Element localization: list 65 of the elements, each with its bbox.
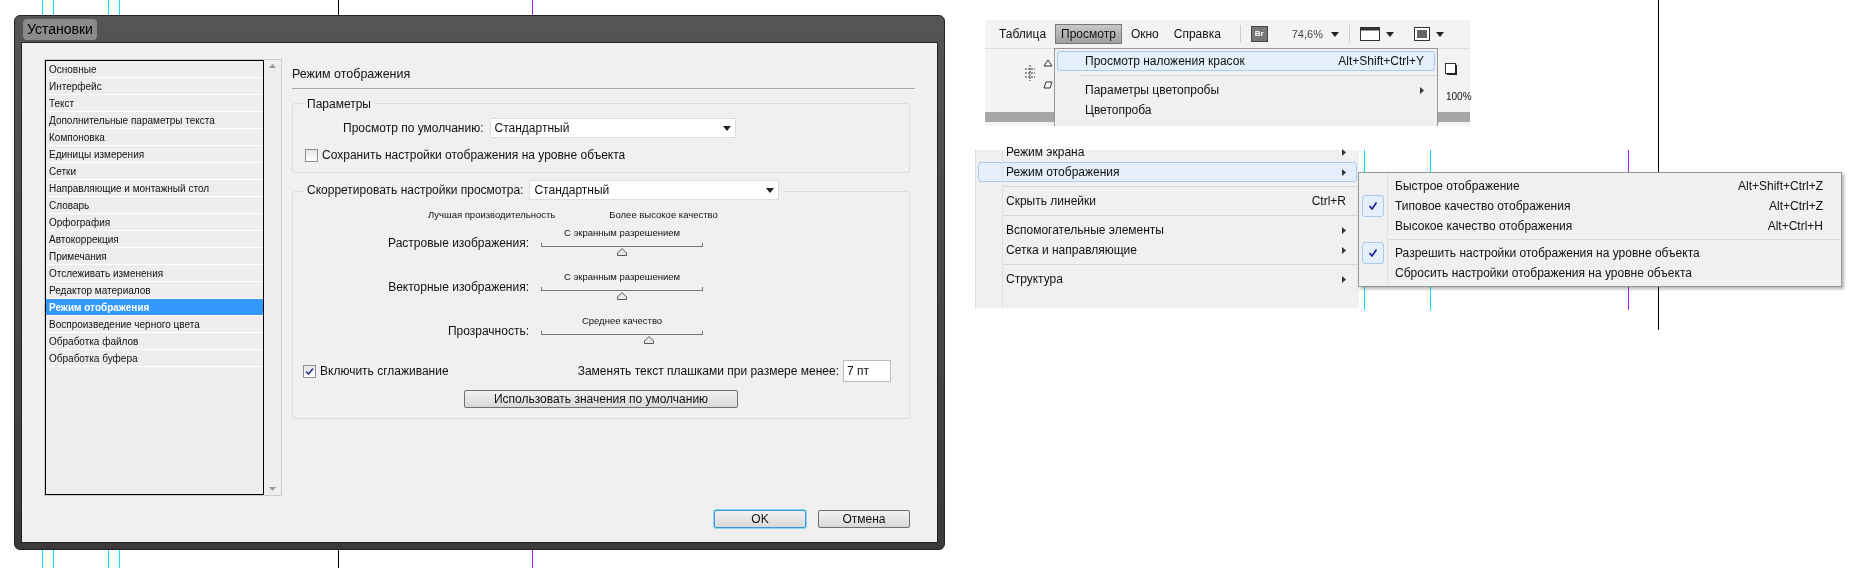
screen-mode-icon[interactable] [1413, 27, 1430, 41]
scale-label: Лучшая производительность [428, 208, 556, 222]
bridge-badge[interactable]: Br [1250, 26, 1268, 42]
category-item[interactable]: Обработка файлов [46, 333, 263, 350]
slider-label: Векторные изображения: [387, 279, 529, 297]
submenu-arrow-icon [1342, 275, 1346, 283]
slider-label: Прозрачность: [446, 323, 529, 341]
submenu-arrow-icon [1342, 226, 1346, 234]
category-item[interactable]: Орфография [46, 214, 263, 231]
section-heading: Режим отображения [292, 67, 411, 81]
caret-icon [1385, 31, 1394, 37]
shadow-icon [1445, 63, 1457, 75]
menu-bar-item[interactable]: Таблица [993, 24, 1053, 44]
category-item[interactable]: Обработка буфера [46, 350, 263, 367]
menu-item[interactable]: Параметры цветопробы [1057, 80, 1435, 100]
menu-bar-item[interactable]: Окно [1124, 24, 1165, 44]
defaults-button[interactable]: Использовать значения по умолчанию [464, 390, 738, 409]
screen-frame-icon[interactable] [1359, 27, 1380, 41]
menu-item[interactable]: Вспомогательные элементы [978, 220, 1357, 240]
menu-item[interactable]: Сетка и направляющие [978, 240, 1357, 260]
field-label: Скорретировать настройки просмотра: [307, 182, 524, 199]
slider-label: Растровые изображения: [387, 235, 529, 253]
field-label: Заменять текст плашками при размере менее: [577, 363, 839, 381]
menu-item[interactable]: Структура [978, 269, 1357, 289]
dropdown[interactable]: Стандартный [529, 180, 780, 200]
input-field[interactable]: 7 пт [843, 360, 891, 383]
menu-item[interactable]: Сбросить настройки отображения на уровне объекта [1359, 263, 1841, 283]
window-title: Установки [23, 18, 97, 40]
category-item[interactable]: Интерфейс [46, 78, 263, 95]
scale-label: Более высокое качество [609, 208, 718, 222]
dropdown[interactable]: Стандартный [489, 118, 736, 138]
menu-item[interactable]: Скрыть линейки Ctrl+R [978, 191, 1357, 211]
menu-item[interactable]: Просмотр наложения красок Alt+Shift+Ctrl+Y [1057, 51, 1435, 71]
caret-icon [722, 125, 731, 131]
checkbox[interactable] [303, 364, 316, 378]
align-icon [1023, 65, 1037, 81]
submenu-arrow-icon [1420, 86, 1424, 94]
caret-icon [766, 187, 775, 193]
menu-item[interactable]: Режим экрана [978, 142, 1357, 162]
checkbox-label: Включить сглаживание [320, 363, 450, 381]
slider-reading: Среднее качество [581, 315, 663, 328]
zoom-level[interactable]: 74,6% [1291, 25, 1323, 43]
checkbox[interactable] [305, 148, 318, 162]
submenu-arrow-icon [1342, 168, 1346, 176]
shear-icon [1043, 81, 1053, 89]
menu-item[interactable]: Цветопроба [1057, 100, 1435, 120]
checkbox-label: Сохранить настройки отображения на уровне объекта [322, 147, 626, 164]
menu-item[interactable]: Высокое качество отображения Alt+Ctrl+H [1359, 216, 1841, 236]
dialog-button[interactable]: Отмена [818, 510, 910, 528]
slider-reading: С экранным разрешением [563, 227, 681, 240]
caret-icon [1330, 31, 1339, 37]
submenu-arrow-icon [1342, 246, 1346, 254]
menu-item[interactable]: Разрешить настройки отображения на уровне объекта [1359, 243, 1841, 263]
menu-item[interactable]: Режим отображения [978, 162, 1357, 182]
menu-bar-item[interactable]: Справка [1167, 24, 1227, 44]
toolbar-zoom: 100% [1446, 90, 1472, 104]
menu-item[interactable]: Быстрое отображение Alt+Shift+Ctrl+Z [1359, 176, 1841, 196]
field-label: Просмотр по умолчанию: [343, 120, 484, 137]
submenu-arrow-icon [1342, 148, 1346, 156]
caret-icon [1435, 31, 1444, 37]
menu-bar-item[interactable]: Просмотр [1055, 24, 1122, 44]
slider-reading: С экранным разрешением [563, 271, 681, 284]
menu-item[interactable]: Типовое качество отображения Alt+Ctrl+Z [1359, 196, 1841, 216]
angle-icon [1043, 59, 1053, 67]
dialog-button[interactable]: OK [714, 510, 806, 528]
